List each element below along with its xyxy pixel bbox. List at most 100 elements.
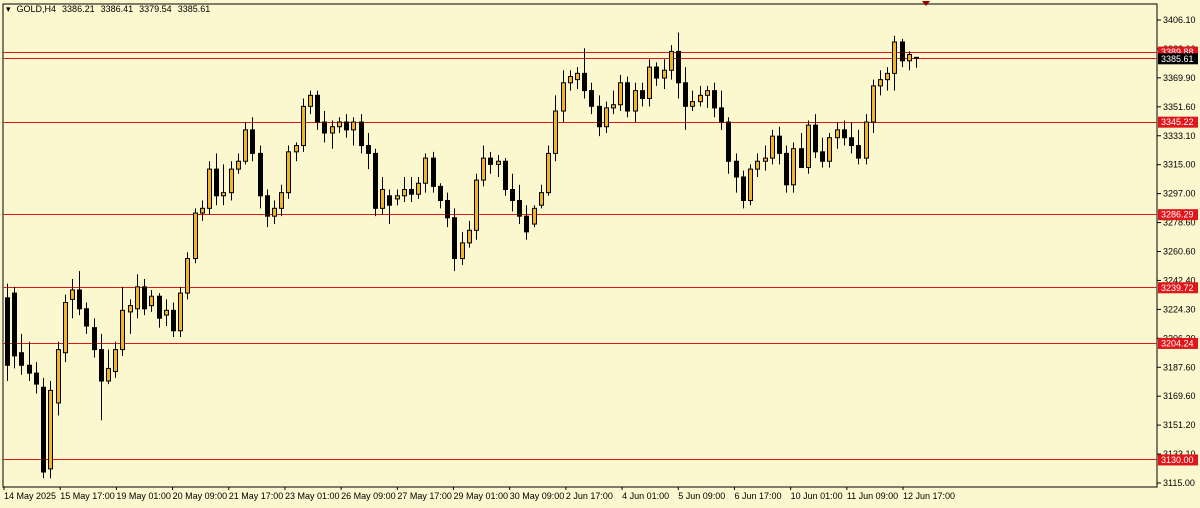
- bear-candle: [315, 94, 320, 123]
- bull-candle: [806, 124, 811, 169]
- bear-candle: [445, 199, 450, 219]
- bear-candle: [799, 148, 804, 169]
- bear-candle: [99, 349, 104, 382]
- bear-candle: [344, 121, 349, 131]
- bear-candle: [214, 168, 219, 197]
- bull-candle: [539, 192, 544, 206]
- y-tick-label: 3260.60: [1163, 247, 1196, 257]
- bear-candle: [265, 195, 270, 217]
- bear-candle: [488, 157, 493, 165]
- y-tick-label: 3406.10: [1163, 15, 1196, 25]
- bull-candle: [128, 305, 133, 313]
- bull-candle: [618, 82, 623, 106]
- bear-candle: [640, 90, 645, 99]
- y-tick-label: 3333.10: [1163, 131, 1196, 141]
- bear-candle: [517, 199, 522, 217]
- bear-candle: [171, 309, 176, 332]
- bull-candle: [337, 121, 342, 128]
- y-tick-label: 3224.30: [1163, 304, 1196, 314]
- bear-candle: [625, 82, 630, 112]
- bear-candle: [900, 41, 905, 62]
- bull-candle: [481, 157, 486, 181]
- bear-candle: [366, 145, 371, 154]
- bull-candle: [496, 160, 501, 165]
- bear-candle: [431, 157, 436, 187]
- bull-candle: [553, 110, 558, 154]
- bear-candle: [34, 372, 39, 385]
- bear-candle: [582, 72, 587, 92]
- bull-candle: [878, 79, 883, 87]
- chart-window[interactable]: ▾ GOLD,H4 3386.21 3386.41 3379.54 3385.61 340…: [0, 0, 1200, 508]
- level-label: 3239.72: [1161, 283, 1194, 293]
- bear-candle: [452, 217, 457, 260]
- bear-candle: [654, 66, 659, 79]
- y-tick-label: 3187.60: [1163, 362, 1196, 372]
- bear-candle: [784, 152, 789, 186]
- bull-candle: [279, 192, 284, 209]
- y-tick-label: 3151.20: [1163, 420, 1196, 430]
- y-tick-label: 3115.00: [1163, 478, 1195, 488]
- x-tick-label: 30 May 09:00: [510, 491, 565, 501]
- x-tick-label: 12 Jun 17:00: [903, 491, 955, 501]
- x-tick-label: 11 Jun 09:00: [847, 491, 898, 501]
- bull-candle: [662, 69, 667, 79]
- bull-candle: [221, 192, 226, 197]
- x-tick-label: 15 May 17:00: [60, 491, 115, 501]
- bull-candle: [286, 151, 291, 194]
- bull-candle: [698, 94, 703, 103]
- bear-candle: [142, 286, 147, 310]
- bear-candle: [41, 386, 46, 473]
- x-tick-label: 14 May 2025: [4, 491, 56, 501]
- bear-candle: [387, 195, 392, 206]
- bull-candle: [791, 148, 796, 186]
- y-tick-label: 3369.90: [1163, 73, 1196, 83]
- bull-candle: [474, 179, 479, 231]
- bear-candle: [726, 121, 731, 162]
- bull-candle: [633, 90, 638, 112]
- bull-candle: [236, 160, 241, 170]
- bull-candle: [395, 195, 400, 200]
- level-label: 3130.00: [1161, 455, 1194, 465]
- bull-candle: [48, 389, 53, 470]
- x-tick-label: 10 Jun 01:00: [791, 491, 843, 501]
- level-label: 3345.22: [1161, 117, 1194, 127]
- bull-candle: [892, 41, 897, 74]
- bear-candle: [712, 90, 717, 109]
- x-tick-label: 2 Jun 17:00: [566, 491, 613, 501]
- x-tick-label: 21 May 17:00: [229, 491, 284, 501]
- bull-candle: [546, 152, 551, 194]
- bear-candle: [849, 137, 854, 147]
- bull-candle: [294, 145, 299, 153]
- bear-candle: [914, 56, 919, 59]
- y-tick-label: 3297.00: [1163, 189, 1196, 199]
- bear-candle: [741, 176, 746, 201]
- bull-candle: [755, 160, 760, 170]
- bull-candle: [380, 189, 385, 209]
- bull-candle: [763, 157, 768, 162]
- x-tick-label: 26 May 09:00: [341, 491, 396, 501]
- bear-candle: [503, 160, 508, 191]
- bull-candle: [748, 168, 753, 201]
- bull-candle: [70, 289, 75, 300]
- bull-candle: [568, 76, 573, 84]
- bear-candle: [676, 50, 681, 84]
- price-chart[interactable]: 3406.103388.003369.903351.603333.103315.…: [0, 0, 1200, 508]
- bull-candle: [200, 207, 205, 214]
- bull-candle: [301, 105, 306, 147]
- bull-candle: [272, 207, 277, 217]
- bear-candle: [510, 189, 515, 201]
- bull-candle: [106, 367, 111, 382]
- bull-candle: [532, 207, 537, 225]
- bear-candle: [258, 152, 263, 197]
- x-tick-label: 23 May 01:00: [285, 491, 340, 501]
- bull-candle: [243, 129, 248, 162]
- bear-candle: [777, 135, 782, 154]
- bear-candle: [683, 82, 688, 107]
- bull-candle: [604, 107, 609, 128]
- bull-candle: [827, 137, 832, 162]
- bull-candle: [561, 82, 566, 112]
- y-tick-label: 3315.00: [1163, 160, 1196, 170]
- bear-candle: [842, 129, 847, 139]
- bull-candle: [193, 212, 198, 260]
- x-tick-label: 6 Jun 17:00: [734, 491, 781, 501]
